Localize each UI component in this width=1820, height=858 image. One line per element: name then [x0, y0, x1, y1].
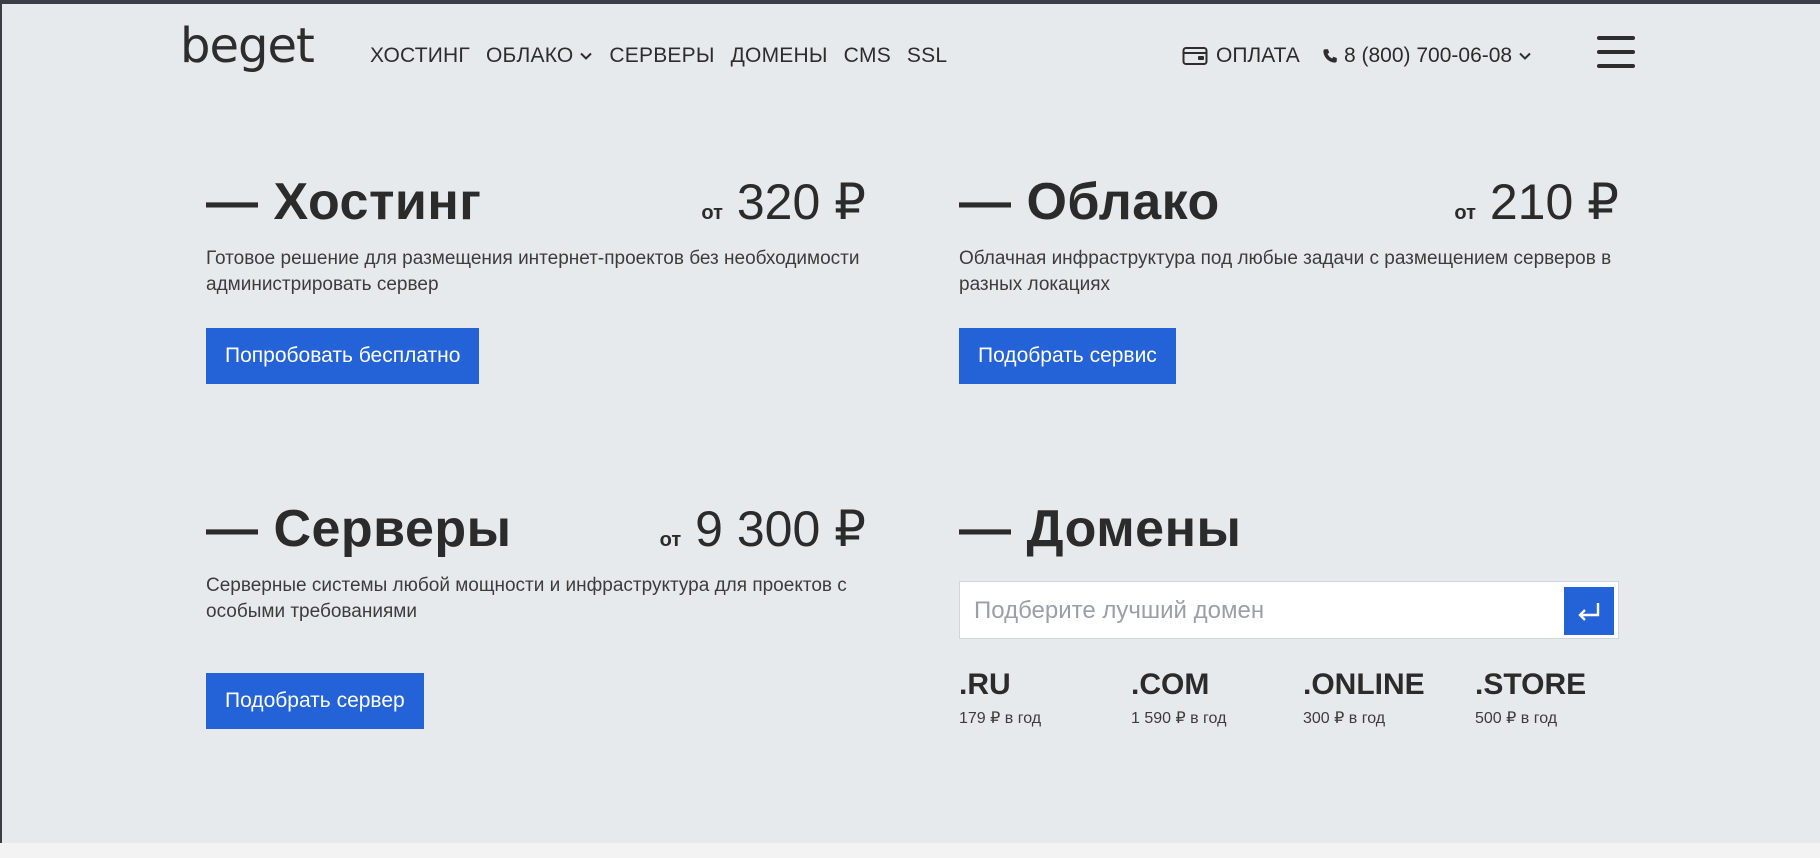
enter-icon	[1578, 603, 1600, 621]
search-submit-button[interactable]	[1564, 587, 1614, 635]
nav-item-cms[interactable]: CMS	[844, 44, 891, 68]
zone-name: .ONLINE	[1303, 668, 1425, 701]
nav-item-hosting[interactable]: ХОСТИНГ	[370, 44, 470, 68]
price-value: 320 ₽	[736, 174, 866, 230]
zone-name: .RU	[959, 668, 1011, 701]
price-value: 210 ₽	[1489, 174, 1619, 230]
price-prefix: от	[659, 529, 682, 551]
phone-number: 8 (800) 700-06-08	[1344, 44, 1513, 67]
cloud-card: — Облако от 210 ₽ Облачная инфраструктур…	[959, 172, 1619, 298]
domains-title: — Домены	[959, 500, 1242, 558]
beget-logo[interactable]: beget	[180, 22, 315, 70]
chevron-down-icon	[580, 52, 593, 60]
domain-zone-store[interactable]: .STORE 500 ₽ в год	[1475, 668, 1647, 728]
nav-label: ДОМЕНЫ	[730, 44, 828, 67]
try-free-button[interactable]: Попробовать бесплатно	[206, 328, 480, 384]
domain-zones: .RU 179 ₽ в год .COM 1 590 ₽ в год .ONLI…	[959, 668, 1647, 728]
zone-name: .STORE	[1475, 668, 1587, 701]
servers-price: от 9 300 ₽	[660, 500, 866, 558]
cloud-price: от 210 ₽	[1454, 173, 1619, 231]
phone-icon	[1323, 49, 1337, 63]
nav-label: ХОСТИНГ	[370, 44, 470, 67]
nav-label: CMS	[843, 44, 891, 67]
price-prefix: от	[1454, 202, 1476, 224]
payment-link[interactable]: ОПЛАТА	[1182, 44, 1300, 68]
domains-card: — Домены	[959, 499, 1619, 559]
choose-service-button[interactable]: Подобрать сервис	[959, 328, 1176, 384]
zone-name: .COM	[1131, 668, 1210, 701]
burger-line	[1597, 64, 1635, 68]
price-prefix: от	[701, 202, 723, 224]
hosting-card: — Хостинг от 320 ₽ Готовое решение для р…	[206, 172, 866, 298]
cloud-title: — Облако	[959, 173, 1220, 231]
hosting-price: от 320 ₽	[701, 173, 866, 231]
phone-dropdown[interactable]: 8 (800) 700-06-08	[1322, 44, 1532, 68]
nav-item-servers[interactable]: СЕРВЕРЫ	[609, 44, 714, 68]
zone-price: 179 ₽ в год	[959, 710, 1042, 727]
burger-line	[1597, 50, 1635, 54]
zone-price: 1 590 ₽ в год	[1131, 710, 1227, 727]
servers-title: — Серверы	[206, 500, 512, 558]
domain-search-input[interactable]	[972, 582, 1536, 640]
domain-search	[959, 581, 1619, 640]
nav-item-cloud[interactable]: ОБЛАКО	[486, 44, 593, 68]
price-value: 9 300 ₽	[695, 501, 866, 557]
main-nav: ХОСТИНГ ОБЛАКО СЕРВЕРЫ ДОМЕНЫ CMS SSL	[370, 44, 947, 68]
nav-item-ssl[interactable]: SSL	[907, 44, 947, 68]
chevron-down-icon	[1519, 52, 1531, 60]
hosting-description: Готовое решение для размещения интернет-…	[206, 248, 860, 295]
domain-zone-online[interactable]: .ONLINE 300 ₽ в год	[1303, 668, 1475, 728]
hamburger-menu-icon[interactable]	[1597, 36, 1635, 74]
wallet-icon	[1182, 47, 1208, 65]
cloud-description: Облачная инфраструктура под любые задачи…	[959, 248, 1612, 295]
zone-price: 300 ₽ в год	[1303, 710, 1386, 727]
payment-label: ОПЛАТА	[1216, 44, 1300, 67]
nav-label: SSL	[906, 44, 948, 67]
choose-server-button[interactable]: Подобрать сервер	[206, 673, 424, 729]
nav-item-domains[interactable]: ДОМЕНЫ	[731, 44, 828, 68]
servers-card: — Серверы от 9 300 ₽ Серверные системы л…	[206, 499, 866, 625]
servers-description: Серверные системы любой мощности и инфра…	[206, 575, 847, 622]
domain-zone-ru[interactable]: .RU 179 ₽ в год	[959, 668, 1131, 728]
nav-label: СЕРВЕРЫ	[609, 44, 715, 67]
burger-line	[1597, 36, 1635, 40]
hosting-title: — Хостинг	[206, 173, 482, 231]
zone-price: 500 ₽ в год	[1475, 710, 1558, 727]
domain-zone-com[interactable]: .COM 1 590 ₽ в год	[1131, 668, 1303, 728]
nav-label: ОБЛАКО	[485, 44, 574, 67]
